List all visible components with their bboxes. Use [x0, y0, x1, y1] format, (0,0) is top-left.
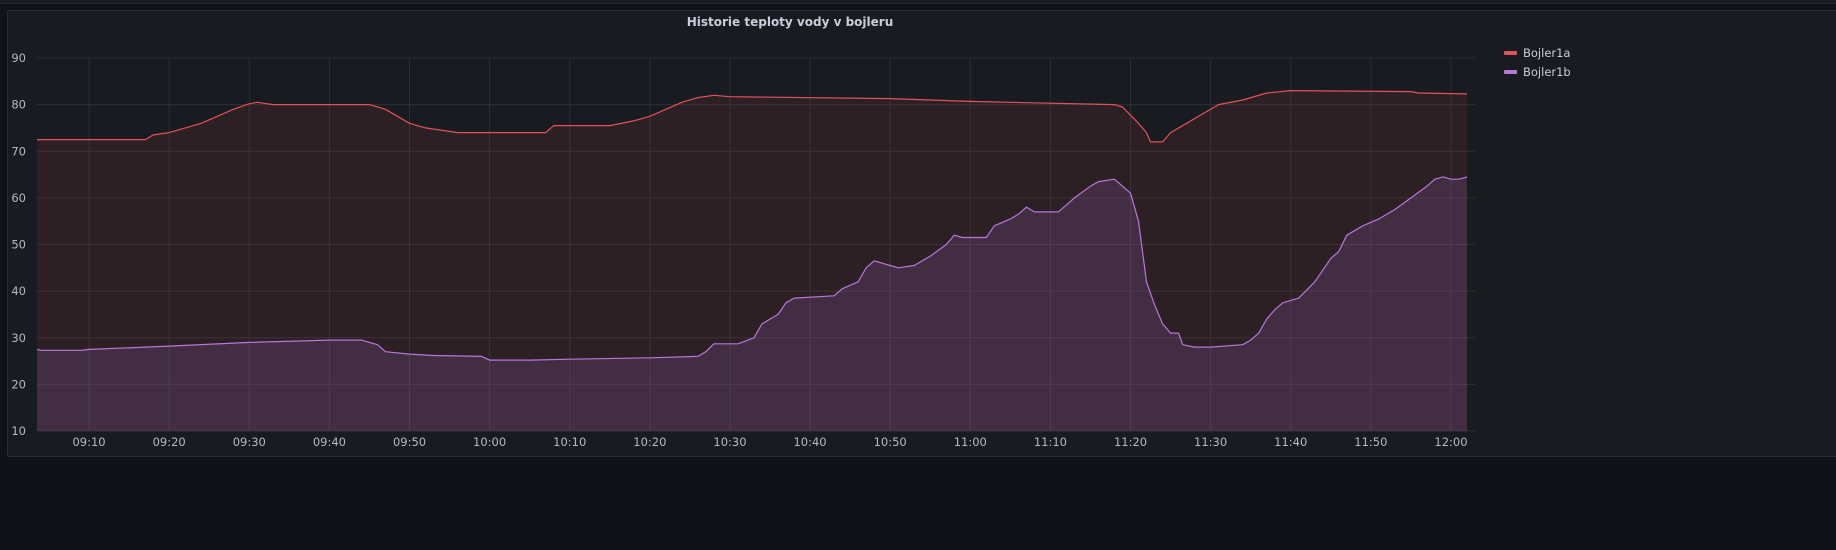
legend-label: Bojler1b	[1523, 64, 1571, 79]
x-tick-label: 09:40	[313, 435, 346, 449]
legend-swatch-bojler1a	[1504, 50, 1517, 55]
legend: Bojler1a Bojler1b	[1504, 43, 1571, 81]
x-tick-label: 09:50	[393, 435, 426, 449]
x-tick-label: 11:10	[1034, 435, 1067, 449]
chart-plot[interactable]: 10 20 30 40 50 60 70 80 90 09:10 09:20 09:30 09:40 09…	[0, 0, 1836, 550]
x-tick-label: 10:10	[553, 435, 586, 449]
x-tick-label: 10:50	[874, 435, 907, 449]
legend-item-bojler1b[interactable]: Bojler1b	[1504, 62, 1571, 81]
x-tick-label: 11:20	[1114, 435, 1147, 449]
legend-swatch-bojler1b	[1504, 69, 1517, 74]
y-tick-label: 20	[11, 377, 26, 391]
x-tick-label: 12:00	[1434, 435, 1467, 449]
y-tick-label: 10	[11, 424, 26, 438]
y-tick-label: 30	[11, 331, 26, 345]
y-tick-label: 80	[11, 98, 26, 112]
legend-label: Bojler1a	[1523, 45, 1571, 60]
y-tick-label: 70	[11, 144, 26, 158]
x-tick-label: 11:00	[954, 435, 987, 449]
x-tick-label: 09:30	[233, 435, 266, 449]
y-tick-label: 40	[11, 284, 26, 298]
legend-item-bojler1a[interactable]: Bojler1a	[1504, 43, 1571, 62]
x-tick-label: 11:50	[1354, 435, 1387, 449]
x-tick-label: 10:00	[473, 435, 506, 449]
y-tick-label: 50	[11, 238, 26, 252]
x-tick-label: 09:20	[153, 435, 186, 449]
x-tick-label: 10:30	[713, 435, 746, 449]
x-tick-label: 09:10	[72, 435, 105, 449]
x-tick-label: 10:20	[633, 435, 666, 449]
y-tick-label: 90	[11, 51, 26, 65]
x-tick-label: 11:40	[1274, 435, 1307, 449]
x-tick-label: 10:40	[793, 435, 826, 449]
x-tick-label: 11:30	[1194, 435, 1227, 449]
y-tick-label: 60	[11, 191, 26, 205]
